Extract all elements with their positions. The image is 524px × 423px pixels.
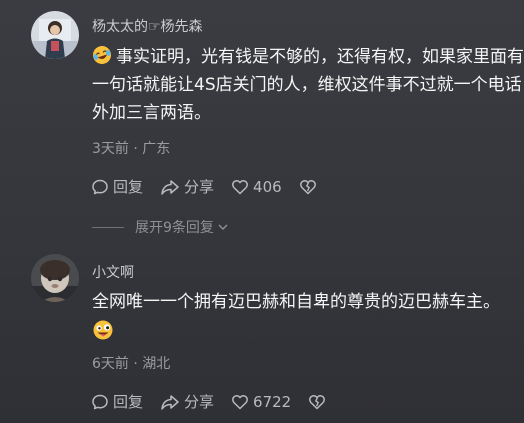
comment-actions: 回复 分享 6722 [91,391,330,412]
comment-actions: 回复 分享 406 [91,176,321,197]
comment-bubble-icon [92,394,108,409]
chevron-down-icon [218,224,228,230]
share-button[interactable]: 分享 [160,176,214,197]
share-label: 分享 [184,393,215,411]
like-button[interactable]: 406 [231,178,282,196]
laughing-tears-emoji-icon [92,45,112,65]
comment-text-line: 外加三言两语。 [92,103,211,123]
comment-bubble-icon [92,179,108,194]
reply-button[interactable]: 回复 [91,391,143,412]
share-label: 分享 [184,178,215,196]
comment-text: 事实证明，光有钱是不够的，还得有权，如果家里面有 一句话就能让4S店关门的人，维… [92,43,524,127]
reply-label: 回复 [113,393,144,411]
comment-text-line: 一句话就能让4S店关门的人，维权这件事不过就一个电话 [92,75,522,95]
comment-location: 广东 [142,141,171,157]
like-button[interactable]: 6722 [231,393,291,411]
comment-location: 湖北 [142,356,171,372]
dislike-button[interactable] [299,178,321,196]
share-button[interactable]: 分享 [160,391,214,412]
divider [92,226,124,228]
expand-replies-label: 展开9条回复 [135,220,214,236]
like-count: 406 [253,177,282,196]
crazy-face-emoji-icon [92,319,114,341]
comment-text: 全网唯一一个拥有迈巴赫和自卑的尊贵的迈巴赫车主。 [92,288,500,341]
dislike-button[interactable] [308,393,330,411]
broken-heart-icon [309,394,326,409]
comment-time: 6天前 [92,356,129,372]
comment-username[interactable]: 杨太太的☞杨先森 [92,16,203,36]
share-arrow-icon [161,394,179,410]
avatar[interactable] [31,11,79,59]
comment-text-line: 全网唯一一个拥有迈巴赫和自卑的尊贵的迈巴赫车主。 [92,292,500,312]
comment-meta: 3天前 · 广东 [92,138,170,158]
avatar[interactable] [31,254,79,302]
expand-replies-button[interactable]: 展开9条回复 [92,217,229,237]
heart-icon [232,394,248,409]
share-arrow-icon [161,179,179,195]
comment-time: 3天前 [92,141,129,157]
comment-meta: 6天前 · 湖北 [92,353,170,373]
broken-heart-icon [299,179,316,194]
reply-button[interactable]: 回复 [91,176,143,197]
meta-separator: · [133,356,138,372]
meta-separator: · [133,141,138,157]
comment-username[interactable]: 小文啊 [92,262,134,282]
heart-icon [232,179,248,194]
reply-label: 回复 [113,178,144,196]
like-count: 6722 [253,392,292,411]
comment-text-line: 事实证明，光有钱是不够的，还得有权，如果家里面有 [92,43,524,71]
